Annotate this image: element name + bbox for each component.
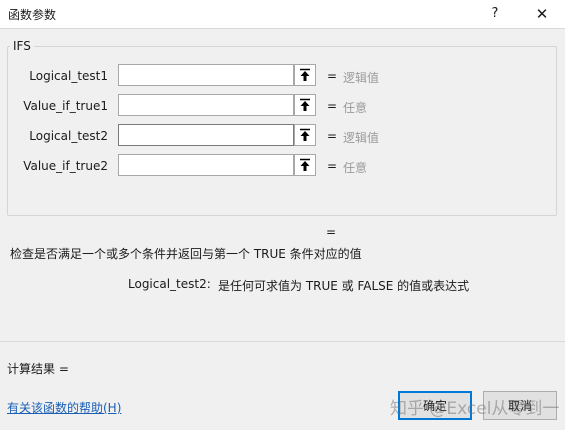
collapse-arrow-icon xyxy=(300,68,310,81)
title-bar: 函数参数 ? ✕ xyxy=(0,0,565,29)
function-help-link[interactable]: 有关该函数的帮助(H) xyxy=(7,399,121,416)
collapse-arrow-icon xyxy=(300,128,310,141)
formula-result-equals: = xyxy=(326,225,337,239)
arg-equals-logical-test2: = xyxy=(327,129,338,143)
collapse-button-value-if-true1[interactable] xyxy=(294,94,316,116)
collapse-button-value-if-true2[interactable] xyxy=(294,154,316,176)
arg-equals-value-if-true1: = xyxy=(327,99,338,113)
dialog-title: 函数参数 xyxy=(8,8,57,22)
arg-equals-value-if-true2: = xyxy=(327,159,338,173)
collapse-button-logical-test2[interactable] xyxy=(294,124,316,146)
arg-label-value-if-true2: Value_if_true2 xyxy=(23,159,108,173)
close-button[interactable]: ✕ xyxy=(527,3,557,25)
help-button[interactable]: ? xyxy=(480,3,510,25)
cancel-button[interactable]: 取消 xyxy=(483,391,557,420)
arg-label-logical-test2: Logical_test2 xyxy=(29,129,108,143)
arg-hint-logical-test1: 逻辑值 xyxy=(343,71,380,85)
ok-button[interactable]: 确定 xyxy=(398,391,472,420)
argument-help-name: Logical_test2: xyxy=(128,277,211,291)
collapse-button-logical-test1[interactable] xyxy=(294,64,316,86)
arg-label-logical-test1: Logical_test1 xyxy=(29,69,108,83)
arg-input-logical-test1[interactable] xyxy=(118,64,294,86)
arg-input-value-if-true2[interactable] xyxy=(118,154,294,176)
divider xyxy=(0,341,565,342)
function-name: IFS xyxy=(10,39,34,53)
result-label: 计算结果 = xyxy=(7,362,69,376)
arg-hint-value-if-true1: 任意 xyxy=(343,101,368,115)
arg-input-logical-test2[interactable] xyxy=(118,124,294,146)
arg-equals-logical-test1: = xyxy=(327,69,338,83)
arg-input-value-if-true1[interactable] xyxy=(118,94,294,116)
collapse-arrow-icon xyxy=(300,158,310,171)
function-description: 检查是否满足一个或多个条件并返回与第一个 TRUE 条件对应的值 xyxy=(10,247,362,261)
arg-hint-value-if-true2: 任意 xyxy=(343,161,368,175)
arg-hint-logical-test2: 逻辑值 xyxy=(343,131,380,145)
arg-label-value-if-true1: Value_if_true1 xyxy=(23,99,108,113)
argument-help-text: 是任何可求值为 TRUE 或 FALSE 的值或表达式 xyxy=(218,279,470,293)
collapse-arrow-icon xyxy=(300,98,310,111)
